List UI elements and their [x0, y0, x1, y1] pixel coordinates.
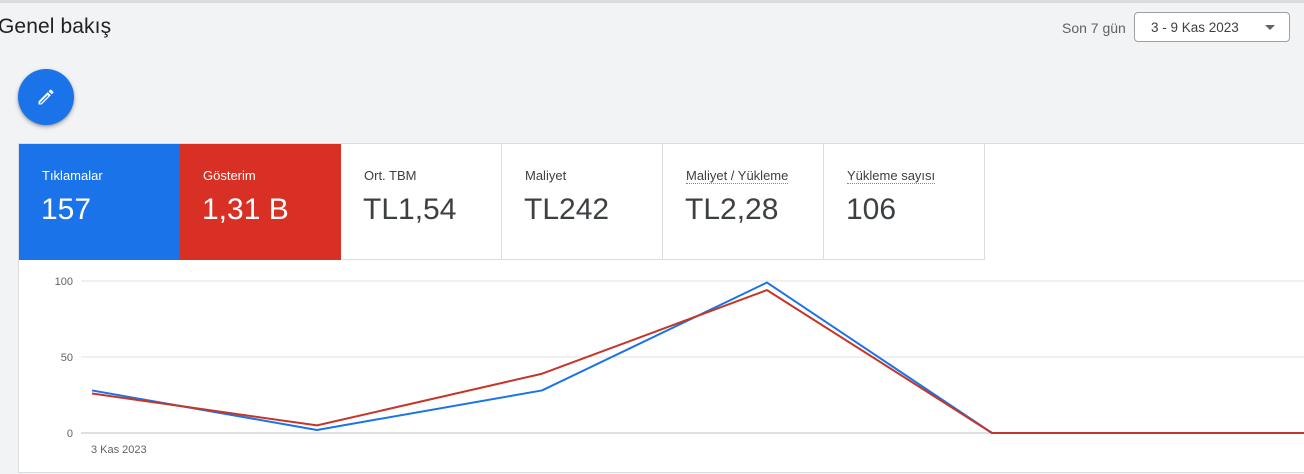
date-range-label: Son 7 gün: [1062, 20, 1126, 36]
y-tick-label: 50: [61, 352, 73, 364]
page-title: Genel bakış: [0, 15, 112, 38]
performance-line-chart: 100 50 0 3 Kas 2023: [55, 276, 1304, 456]
series-line-0: [91, 281, 1304, 434]
pencil-icon: [38, 89, 54, 105]
date-range-dropdown[interactable]: 3 - 9 Kas 2023: [1134, 12, 1290, 42]
dropdown-arrow-icon: [1265, 25, 1275, 30]
edit-button[interactable]: [18, 69, 74, 125]
series-line-1: [91, 289, 1304, 434]
overview-card: Tıklamalar 157 Gösterim 1,31 B Ort. TBM …: [18, 143, 1304, 473]
y-tick-label: 0: [67, 428, 73, 440]
top-divider: [0, 0, 1304, 3]
date-range-value: 3 - 9 Kas 2023: [1151, 20, 1239, 35]
y-tick-label: 100: [55, 276, 73, 288]
x-tick-label: 3 Kas 2023: [91, 444, 147, 456]
